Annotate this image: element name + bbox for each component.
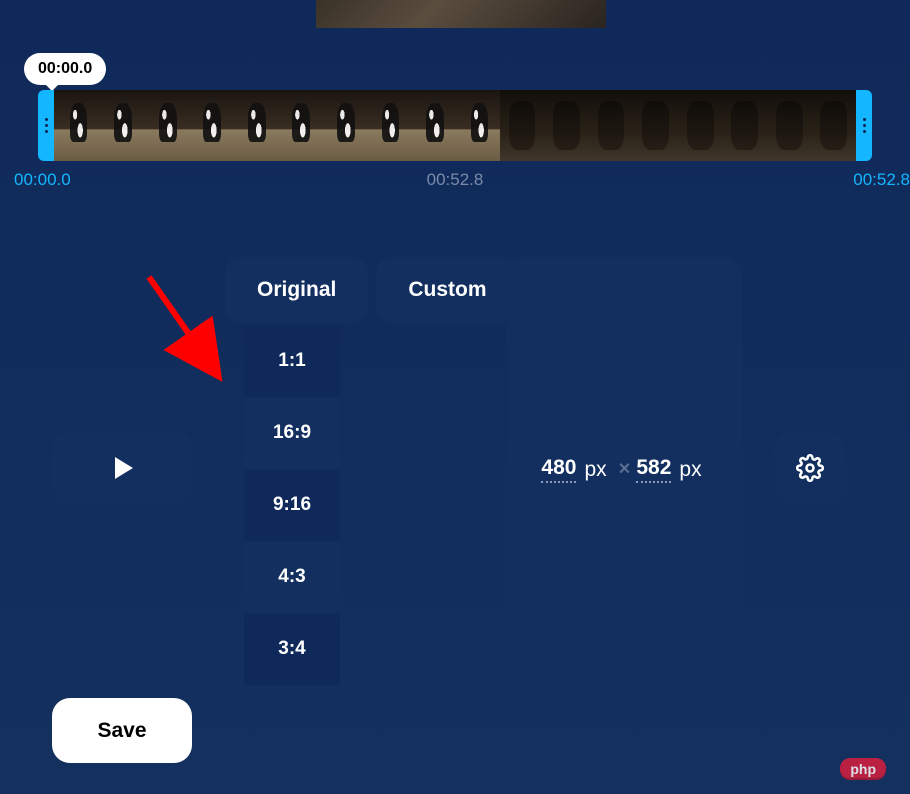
thumbnail <box>500 90 545 161</box>
unit-label: px <box>679 458 701 482</box>
thumbnail <box>589 90 634 161</box>
time-end: 00:52.8 <box>853 170 910 190</box>
thumbnail <box>678 90 723 161</box>
ratio-4-3[interactable]: 4:3 <box>244 541 340 613</box>
thumbnail <box>366 90 411 161</box>
video-preview <box>316 0 606 28</box>
thumbnail <box>143 90 188 161</box>
playhead-tooltip: 00:00.0 <box>24 53 106 85</box>
dimension-separator: × <box>619 458 631 481</box>
tab-custom[interactable]: Custom <box>376 257 518 323</box>
watermark: php <box>840 758 892 780</box>
unit-label: px <box>584 458 606 482</box>
dimensions-panel: 480 px × 582 px <box>507 257 742 682</box>
settings-button[interactable] <box>774 432 845 503</box>
thumbnail <box>633 90 678 161</box>
timeline-thumbnails[interactable] <box>54 90 856 161</box>
play-icon <box>115 457 133 479</box>
thumbnail <box>455 90 500 161</box>
timeline-track[interactable] <box>38 90 872 161</box>
height-input[interactable]: 582 <box>636 456 671 483</box>
time-mid: 00:52.8 <box>427 170 484 190</box>
aspect-ratio-list: 1:1 16:9 9:16 4:3 3:4 <box>244 325 340 685</box>
ratio-9-16[interactable]: 9:16 <box>244 469 340 541</box>
trim-handle-right[interactable] <box>856 90 872 161</box>
annotation-arrow <box>145 273 235 393</box>
thumbnail <box>232 90 277 161</box>
watermark-brand: php <box>840 758 886 780</box>
save-button[interactable]: Save <box>52 698 192 763</box>
thumbnail <box>767 90 812 161</box>
thumbnail <box>277 90 322 161</box>
thumbnail <box>99 90 144 161</box>
thumbnail <box>722 90 767 161</box>
width-input[interactable]: 480 <box>541 456 576 483</box>
ratio-16-9[interactable]: 16:9 <box>244 397 340 469</box>
thumbnail <box>54 90 99 161</box>
thumbnail <box>812 90 856 161</box>
thumbnail <box>188 90 233 161</box>
thumbnail <box>411 90 456 161</box>
thumbnail <box>321 90 366 161</box>
play-button[interactable] <box>52 432 192 503</box>
aspect-tabs: Original Custom <box>225 257 519 323</box>
gear-icon <box>796 454 824 482</box>
ratio-3-4[interactable]: 3:4 <box>244 613 340 685</box>
ratio-1-1[interactable]: 1:1 <box>244 325 340 397</box>
trim-handle-left[interactable] <box>38 90 54 161</box>
tab-original[interactable]: Original <box>225 257 368 323</box>
time-start: 00:00.0 <box>14 170 71 190</box>
thumbnail <box>544 90 589 161</box>
